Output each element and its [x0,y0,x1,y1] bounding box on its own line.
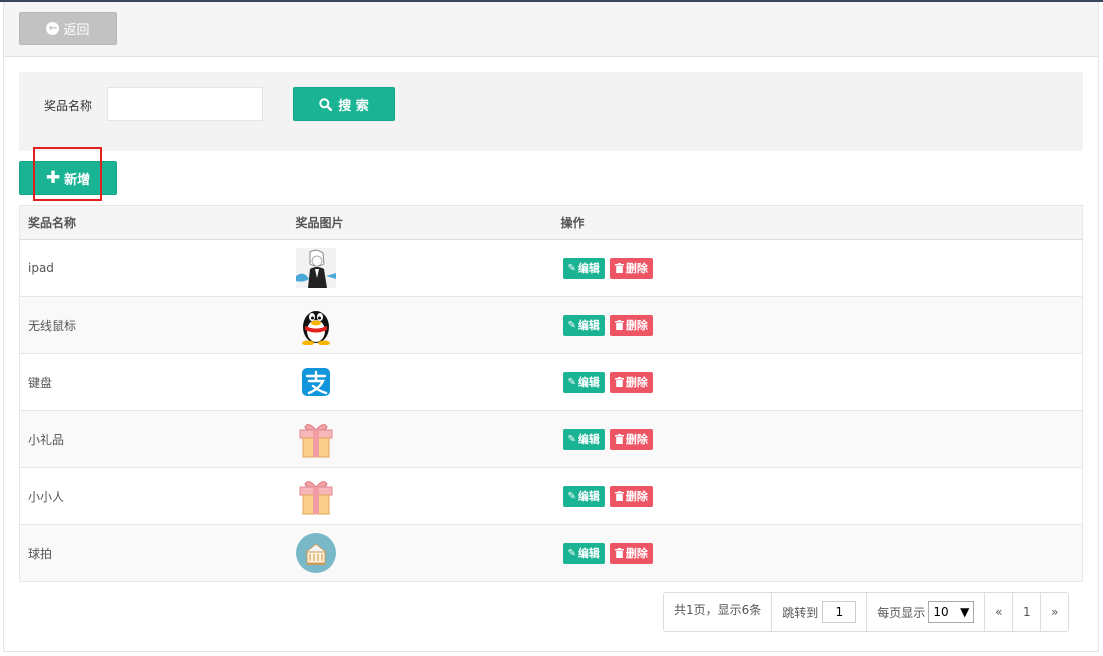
page-number-button[interactable]: 1 [1012,593,1040,631]
delete-button[interactable]: 删除 [609,257,653,279]
delete-button-label: 删除 [625,262,648,275]
delete-button[interactable]: 删除 [609,371,653,393]
edit-button-label: 编辑 [577,490,600,503]
actions-cell: ✎ 编辑 删除 [552,410,1083,468]
search-input[interactable] [107,87,263,121]
page-size: 每页显示 10 ▼ [866,593,984,631]
plus-icon: ✚ [45,167,61,188]
delete-button[interactable]: 删除 [609,314,653,336]
prize-name-cell: 无线鼠标 [19,296,288,354]
jump-label: 跳转到 [782,605,819,620]
edit-button[interactable]: ✎ 编辑 [562,314,605,336]
alipay-icon [301,368,330,396]
edit-button-label: 编辑 [577,262,600,275]
actions-cell: ✎ 编辑 删除 [552,296,1083,354]
shop-basket-icon [295,533,336,573]
page-size-label: 每页显示 [877,605,926,620]
gift-box-icon [299,424,332,458]
edit-icon: ✎ [567,547,576,559]
prize-table: 奖品名称 奖品图片 操作 ipad ✎ 编辑 删除 无线鼠标 ✎ 编辑 删除 键… [19,205,1083,582]
search-button-label: 搜 索 [338,98,369,114]
delete-button[interactable]: 删除 [609,542,653,564]
edit-button[interactable]: ✎ 编辑 [562,257,605,279]
trash-icon [614,263,624,273]
prize-name-cell: 小礼品 [19,410,288,468]
column-header-actions: 操作 [552,205,1083,240]
delete-button-label: 删除 [625,433,648,446]
edit-icon: ✎ [567,319,576,331]
actions-cell: ✎ 编辑 删除 [552,353,1083,411]
delete-button-label: 删除 [625,319,648,332]
page-size-select[interactable]: 10 ▼ [928,601,975,623]
column-header-name: 奖品名称 [19,205,288,240]
edit-button-label: 编辑 [577,547,600,560]
edit-icon: ✎ [567,376,576,388]
column-header-image: 奖品图片 [287,205,553,240]
jump-to-page: 跳转到 [771,593,866,631]
trash-icon [614,491,624,501]
gift-box-icon [299,481,332,515]
page-size-value: 10 [933,605,949,619]
prize-name-cell: 小小人 [19,467,288,525]
edit-button-label: 编辑 [577,376,600,389]
back-button[interactable]: ← 返回 [19,12,117,45]
delete-button-label: 删除 [625,376,648,389]
add-button[interactable]: ✚ 新增 [19,161,117,195]
back-button-label: 返回 [63,23,90,38]
arrow-left-circle-icon: ← [46,22,60,35]
edit-button[interactable]: ✎ 编辑 [562,371,605,393]
search-icon [319,97,333,111]
prize-image-cell [287,353,553,411]
table-row: 键盘 ✎ 编辑 删除 [19,353,1083,411]
actions-cell: ✎ 编辑 删除 [552,467,1083,525]
trash-icon [614,377,624,387]
trash-icon [614,320,624,330]
prize-name-cell: 球拍 [19,524,288,582]
table-row: 小小人 ✎ 编辑 删除 [19,467,1083,525]
qq-penguin-icon [301,311,330,345]
search-button[interactable]: 搜 索 [293,87,395,121]
table-header-row: 奖品名称 奖品图片 操作 [19,205,1083,240]
prev-page-button[interactable]: « [984,593,1012,631]
table-row: 无线鼠标 ✎ 编辑 删除 [19,296,1083,354]
edit-icon: ✎ [567,433,576,445]
prize-image-cell [287,524,553,582]
next-page-button[interactable]: » [1040,593,1068,631]
prize-image-cell [287,467,553,525]
edit-icon: ✎ [567,490,576,502]
prize-image-cell [287,296,553,354]
anime-character-thumbnail [295,248,336,288]
delete-button-label: 删除 [625,490,648,503]
trash-icon [614,434,624,444]
edit-button-label: 编辑 [577,433,600,446]
delete-button[interactable]: 删除 [609,428,653,450]
add-button-label: 新增 [64,172,91,188]
delete-button-label: 删除 [625,547,648,560]
dropdown-arrow-icon: ▼ [960,605,970,619]
edit-button-label: 编辑 [577,319,600,332]
prize-name-cell: ipad [19,239,288,297]
edit-button[interactable]: ✎ 编辑 [562,542,605,564]
prize-name-cell: 键盘 [19,353,288,411]
delete-button[interactable]: 删除 [609,485,653,507]
jump-page-input[interactable] [822,601,857,623]
search-label: 奖品名称 [44,99,93,113]
pagination-summary: 共1页，显示6条 [674,603,762,617]
table-row: 小礼品 ✎ 编辑 删除 [19,410,1083,468]
edit-button[interactable]: ✎ 编辑 [562,485,605,507]
trash-icon [614,548,624,558]
panel-header: ← 返回 [4,2,1098,57]
prize-image-cell [287,239,553,297]
actions-cell: ✎ 编辑 删除 [552,524,1083,582]
actions-cell: ✎ 编辑 删除 [552,239,1083,297]
search-bar: 奖品名称 搜 索 [19,72,1083,151]
edit-icon: ✎ [567,262,576,274]
edit-button[interactable]: ✎ 编辑 [562,428,605,450]
pagination: 共1页，显示6条 跳转到 每页显示 10 ▼ « 1 » [663,592,1070,632]
main-panel: ← 返回 奖品名称 搜 索 ✚ 新增 奖品名称 奖品图片 操作 ipad ✎ 编… [3,2,1099,652]
table-row: ipad ✎ 编辑 删除 [19,239,1083,297]
prize-image-cell [287,410,553,468]
table-row: 球拍 ✎ 编辑 删除 [19,524,1083,582]
